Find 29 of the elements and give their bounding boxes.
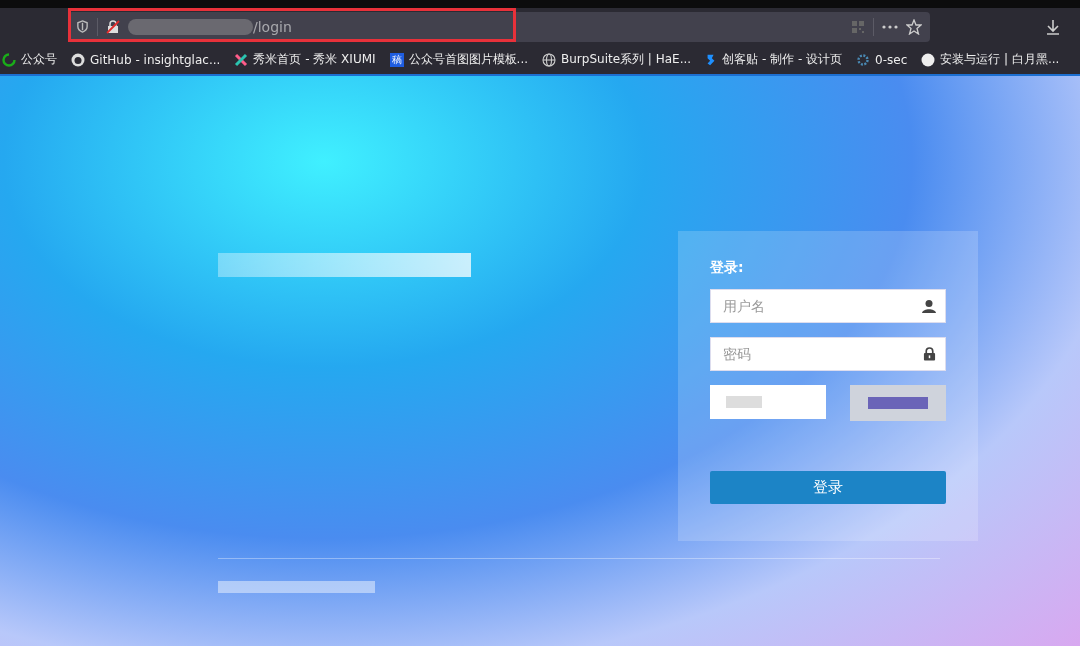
avatar-icon [921, 52, 936, 67]
globe-icon [542, 52, 556, 67]
bookmark-item[interactable]: 稿 公众号首图图片模板... [389, 51, 528, 68]
username-field[interactable]: 用户名 [710, 289, 946, 323]
bookmark-icon: 稿 [389, 52, 404, 67]
login-button[interactable]: 登录 [710, 471, 946, 504]
password-field[interactable]: 密码 [710, 337, 946, 371]
chat-bubble-icon [2, 52, 16, 67]
more-icon[interactable] [882, 24, 898, 29]
star-icon[interactable] [906, 18, 922, 35]
x-logo-icon [234, 52, 249, 67]
bookmark-item[interactable]: 创客贴 - 制作 - 设计页 [705, 51, 843, 68]
bookmark-item[interactable]: GitHub - insightglac... [71, 52, 221, 67]
bookmark-item[interactable]: 秀米首页 - 秀米 XIUMI [234, 51, 376, 68]
download-icon[interactable] [1045, 18, 1061, 35]
address-bar[interactable]: /login [68, 11, 930, 42]
redacted-captcha-field[interactable] [710, 385, 826, 419]
bookmark-item[interactable]: 安装与运行 | 白月黑... [921, 51, 1060, 68]
gear-icon [856, 52, 871, 67]
url-text: /login [253, 18, 292, 35]
bookmark-item[interactable]: 0-sec [856, 52, 908, 67]
bookmark-item[interactable]: BurpSuite系列 | HaE... [542, 51, 692, 68]
lock-icon [923, 347, 936, 361]
insecure-lock-icon[interactable] [106, 19, 120, 34]
user-icon [922, 299, 936, 313]
bookmark-item[interactable]: 公众号 [2, 51, 57, 68]
github-icon [71, 52, 85, 67]
login-title: 登录: [710, 259, 745, 277]
shield-icon[interactable] [76, 20, 89, 33]
